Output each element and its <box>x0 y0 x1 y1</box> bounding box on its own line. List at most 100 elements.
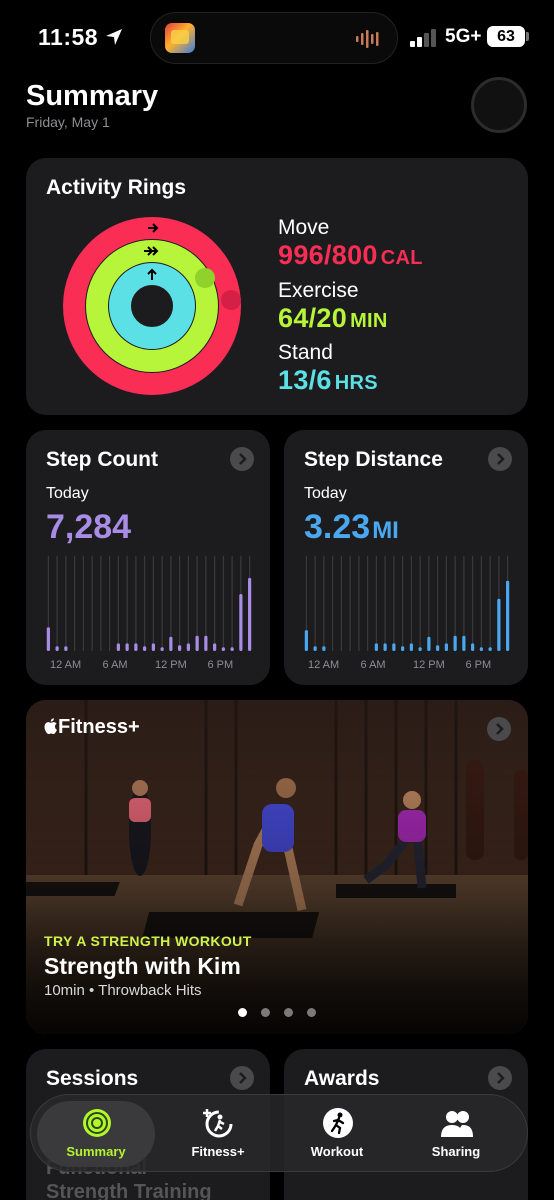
dynamic-island[interactable] <box>150 12 398 64</box>
card-title: Step Distance <box>304 448 443 471</box>
chart-bar <box>471 643 475 651</box>
chart-bar <box>169 636 173 651</box>
step-count-value: 7,284 <box>46 508 132 546</box>
distance-number: 3.23 <box>304 508 371 546</box>
stand-value: 13/6 HRS <box>278 365 378 396</box>
distance-unit: MI <box>372 517 399 544</box>
tab-sharing[interactable]: Sharing <box>397 1095 515 1173</box>
chart-bar <box>46 627 50 651</box>
chart-bar <box>204 635 208 651</box>
chart-bar <box>125 643 129 651</box>
chart-bar <box>221 647 225 651</box>
chart-bar <box>151 643 155 651</box>
exercise-number: 64/20 <box>278 303 348 333</box>
chart-bar <box>436 645 440 651</box>
tab-label: Workout <box>310 1144 364 1159</box>
stand-number: 13/6 <box>278 365 332 395</box>
step-count-chart: 12 AM 6 AM 12 PM 6 PM <box>46 556 252 671</box>
chart-bar <box>248 577 252 651</box>
chart-bar <box>453 635 457 651</box>
chart-bar <box>143 646 147 651</box>
battery-indicator: 63 <box>487 26 525 47</box>
chart-bar <box>195 635 199 651</box>
tab-fitness-plus[interactable]: Fitness+ <box>159 1095 277 1173</box>
card-title: Activity Rings <box>46 176 187 199</box>
chart-bar <box>304 630 308 651</box>
now-playing-app-icon <box>165 23 195 53</box>
chart-bar <box>134 643 138 651</box>
session-type: Strength Training <box>46 1181 212 1200</box>
axis-tick-label: 12 AM <box>308 659 339 671</box>
workout-kicker: TRY A STRENGTH WORKOUT <box>44 933 252 949</box>
exercise-ring-end <box>195 268 215 288</box>
exercise-value: 64/20 MIN <box>278 303 388 334</box>
chart-bar <box>160 647 164 651</box>
profile-button[interactable] <box>471 77 527 133</box>
chevron-right-icon[interactable] <box>230 447 254 471</box>
move-ring-end <box>221 290 241 310</box>
chart-bar <box>239 594 243 651</box>
move-number: 996/800 <box>278 240 378 270</box>
chart-bar <box>444 643 448 651</box>
move-label: Move <box>278 216 330 239</box>
chevron-right-icon[interactable] <box>230 1066 254 1090</box>
step-distance-card[interactable]: Step Distance Today 3.23MI 12 AM 6 AM 12 P… <box>284 430 528 685</box>
network-type: 5G+ <box>445 26 482 47</box>
chart-bar <box>55 646 59 651</box>
exercise-label: Exercise <box>278 279 359 302</box>
status-bar: 11:58 5G+ 63 <box>0 0 554 74</box>
chart-bar <box>116 643 120 651</box>
brand-label: Fitness+ <box>58 716 140 738</box>
step-count-card[interactable]: Step Count Today 7,284 12 AM 6 AM 12 PM 6 P… <box>26 430 270 685</box>
chart-bar <box>418 647 422 651</box>
activity-rings <box>63 217 241 395</box>
axis-tick-label: 12 AM <box>50 659 81 671</box>
chart-bar <box>313 646 317 651</box>
chevron-right-icon[interactable] <box>487 717 511 741</box>
chart-bar <box>392 643 396 651</box>
rings-icon <box>83 1109 111 1137</box>
chevron-right-icon[interactable] <box>488 1066 512 1090</box>
fitness-plus-card[interactable]: Fitness+ TRY A STRENGTH WORKOUT Strength… <box>26 700 528 1034</box>
chart-bar <box>178 645 182 651</box>
page-dot[interactable] <box>261 1008 270 1017</box>
chart-bar <box>409 643 413 651</box>
page-date: Friday, May 1 <box>26 114 110 130</box>
exercise-unit: MIN <box>350 310 388 332</box>
workout-meta: 10min • Throwback Hits <box>44 982 202 999</box>
chart-bar <box>497 598 501 651</box>
page-dot[interactable] <box>307 1008 316 1017</box>
chart-bar <box>488 647 492 651</box>
axis-tick-label: 12 PM <box>413 659 445 671</box>
step-distance-chart: 12 AM 6 AM 12 PM 6 PM <box>304 556 510 671</box>
activity-rings-card[interactable]: Activity Rings Move 996/800 CAL Exercise … <box>26 158 528 415</box>
chart-bar <box>462 635 466 651</box>
tab-label: Summary <box>66 1144 126 1159</box>
period-label: Today <box>304 485 347 502</box>
chart-bar <box>383 643 387 651</box>
stand-unit: HRS <box>334 372 378 394</box>
chart-bar <box>479 647 483 651</box>
axis-tick-label: 6 PM <box>466 659 492 671</box>
tab-workout[interactable]: Workout <box>278 1095 396 1173</box>
chart-bar <box>230 647 234 651</box>
card-title: Step Count <box>46 448 158 471</box>
page-dot[interactable] <box>284 1008 293 1017</box>
workout-title: Strength with Kim <box>44 953 241 979</box>
axis-tick-label: 12 PM <box>155 659 187 671</box>
card-title: Awards <box>304 1067 380 1090</box>
cellular-signal-icon <box>410 29 436 47</box>
fitness-plus-logo: Fitness+ <box>44 716 140 739</box>
chevron-right-icon[interactable] <box>488 447 512 471</box>
page-indicator[interactable] <box>238 1008 318 1018</box>
page-dot[interactable] <box>238 1008 247 1017</box>
tab-label: Sharing <box>431 1144 481 1159</box>
tab-summary[interactable]: Summary <box>37 1101 155 1167</box>
chart-bar <box>213 643 217 651</box>
chart-bar <box>506 580 510 651</box>
axis-tick-label: 6 AM <box>103 659 128 671</box>
people-icon <box>441 1111 473 1137</box>
move-unit: CAL <box>380 247 423 269</box>
chart-bar <box>186 643 190 651</box>
step-distance-value: 3.23MI <box>304 508 399 547</box>
